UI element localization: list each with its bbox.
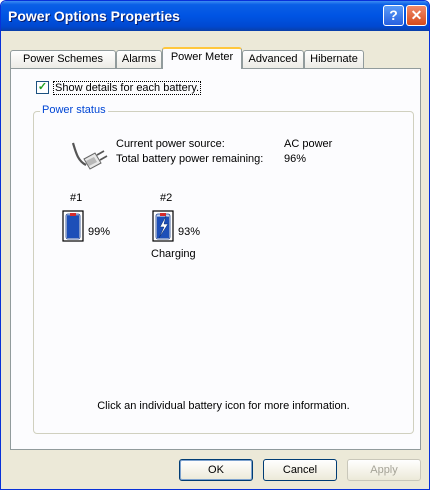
power-status-group: Power status Current power source: AC po…: [33, 104, 414, 434]
battery-1[interactable]: #1 99%: [54, 192, 124, 252]
tab-power-meter[interactable]: Power Meter: [162, 47, 242, 69]
show-details-checkbox[interactable]: ✓: [36, 81, 49, 94]
apply-button: Apply: [347, 459, 421, 481]
battery-remaining-label: Total battery power remaining:: [116, 153, 264, 165]
battery-2-percent: 93%: [178, 226, 201, 238]
battery-1-percent: 99%: [88, 226, 111, 238]
tab-alarms[interactable]: Alarms: [116, 50, 162, 68]
battery-hint-text: Click an individual battery icon for mor…: [97, 400, 350, 412]
power-meter-panel: ✓ Show details for each battery. Power s…: [10, 68, 421, 450]
battery-1-number: #1: [70, 192, 83, 204]
tab-hibernate[interactable]: Hibernate: [304, 50, 364, 68]
battery-2-status: Charging: [151, 248, 196, 260]
power-source-label: Current power source:: [116, 138, 225, 150]
close-button[interactable]: ✕: [406, 5, 427, 26]
window-title: Power Options Properties: [8, 8, 180, 24]
ac-plug-icon: [71, 142, 108, 170]
battery-2-number: #2: [160, 192, 173, 204]
ok-button[interactable]: OK: [179, 459, 253, 481]
battery-2[interactable]: #2 93% Charging: [144, 192, 224, 272]
title-bar[interactable]: Power Options Properties ? ✕: [1, 1, 429, 31]
close-icon: ✕: [410, 7, 423, 23]
power-options-window: Power Options Properties ? ✕ Power Schem…: [0, 0, 430, 490]
power-status-legend: Power status: [40, 104, 108, 116]
battery-remaining-value: 96%: [284, 153, 307, 165]
battery-icon: [62, 210, 84, 242]
tab-advanced[interactable]: Advanced: [242, 50, 304, 68]
cancel-button[interactable]: Cancel: [263, 459, 337, 481]
show-details-label[interactable]: Show details for each battery.: [53, 81, 202, 95]
battery-charging-icon: [152, 210, 174, 242]
help-icon: ?: [389, 7, 398, 23]
help-button[interactable]: ?: [383, 5, 404, 26]
power-source-value: AC power: [284, 138, 333, 150]
tab-power-schemes[interactable]: Power Schemes: [10, 50, 116, 68]
